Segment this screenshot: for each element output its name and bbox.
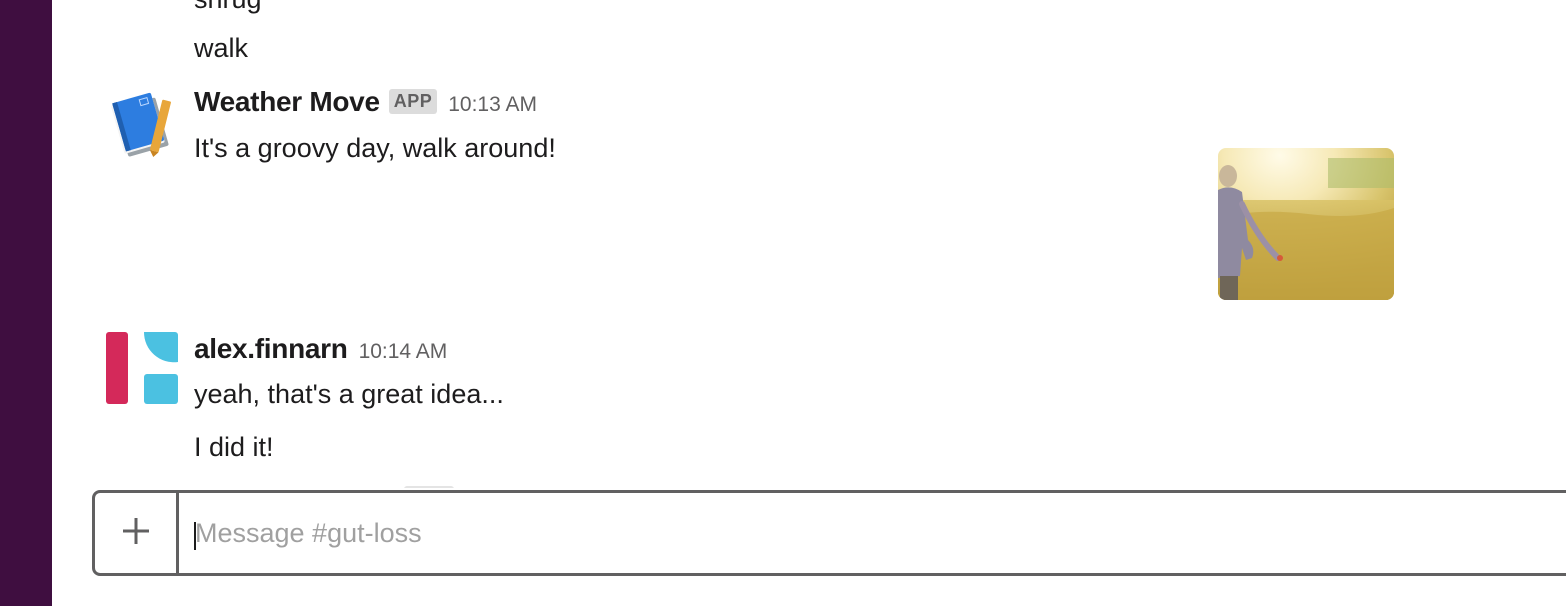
text-caret <box>194 522 196 550</box>
sender-name[interactable]: Weather Move <box>194 86 380 118</box>
message-composer <box>92 490 1566 576</box>
message-list: shrug walk Weather Move APP 10:13 AM It'… <box>52 0 1566 488</box>
message-timestamp[interactable]: 10:13 AM <box>448 93 537 117</box>
slack-window: shrug walk Weather Move APP 10:13 AM It'… <box>0 0 1566 606</box>
sender-name[interactable]: alex.finnarn <box>194 333 348 365</box>
hidden-badge <box>404 486 454 488</box>
message-header: Weather Move APP 10:13 AM <box>194 86 537 118</box>
message-text: yeah, that's a great idea... <box>194 379 504 409</box>
message-timestamp[interactable]: 10:14 AM <box>359 340 448 364</box>
plus-icon <box>121 516 151 551</box>
message-text: I did it! <box>194 432 274 462</box>
notebook-icon[interactable] <box>106 88 178 160</box>
message-text: It's a groovy day, walk around! <box>194 133 556 163</box>
message-input-wrapper <box>179 493 1566 573</box>
message-header: alex.finnarn 10:14 AM <box>194 333 447 365</box>
message-input[interactable] <box>179 493 1566 573</box>
app-badge: APP <box>388 89 438 114</box>
avatar[interactable] <box>106 332 178 404</box>
workspace-sidebar[interactable] <box>0 0 52 606</box>
message-text: walk <box>194 33 249 63</box>
meadow-photo-attachment[interactable] <box>1218 148 1394 300</box>
message-text: shrug <box>194 0 262 16</box>
add-attachment-button[interactable] <box>95 493 179 573</box>
